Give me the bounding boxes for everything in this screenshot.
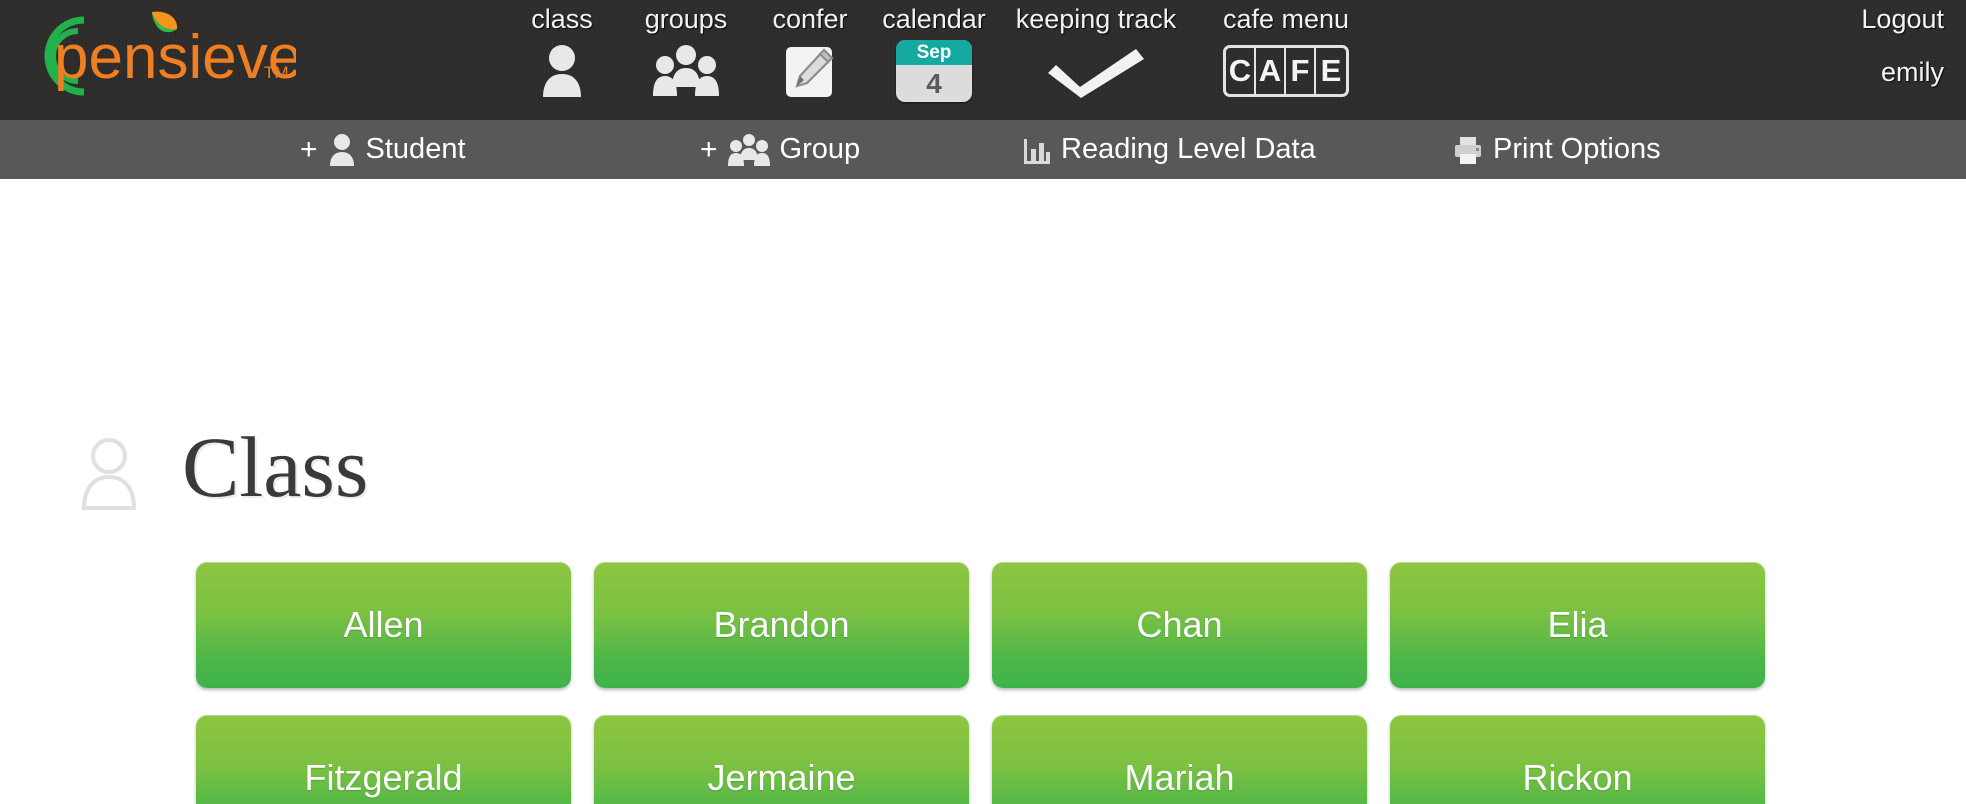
page-header: Class (78, 424, 368, 510)
logout-link[interactable]: Logout (1861, 4, 1944, 35)
nav-label-groups: groups (644, 4, 728, 34)
reading-level-data-label: Reading Level Data (1061, 133, 1316, 165)
student-button[interactable]: Brandon (594, 562, 969, 688)
svg-text:pensieve: pensieve (54, 23, 296, 92)
add-group-label: Group (779, 133, 861, 165)
bar-chart-icon (1022, 135, 1052, 165)
checkmark-icon (1042, 40, 1150, 102)
student-button[interactable]: Fitzgerald (196, 715, 571, 804)
nav-item-groups[interactable]: groups (624, 0, 748, 120)
student-button[interactable]: Mariah (992, 715, 1367, 804)
people-icon (727, 133, 771, 167)
student-button-grid: Allen Brandon Chan Elia Fitzgerald Jerma… (196, 562, 1765, 804)
student-button[interactable]: Elia (1390, 562, 1765, 688)
current-user-name[interactable]: emily (1861, 57, 1944, 88)
student-button[interactable]: Rickon (1390, 715, 1765, 804)
people-icon (650, 40, 722, 102)
nav-label-keeping-track: keeping track (1015, 4, 1177, 34)
person-icon (327, 133, 357, 167)
cafe-letter-e: E (1320, 53, 1342, 88)
printer-icon (1452, 134, 1484, 166)
student-button[interactable]: Allen (196, 562, 571, 688)
cafe-letter-a: A (1256, 48, 1286, 94)
nav-item-calendar[interactable]: calendar Sep 4 (872, 0, 996, 120)
cafe-icon: C A F E (1223, 40, 1349, 102)
add-group-button[interactable]: + Group (700, 133, 860, 167)
add-student-label: Student (365, 133, 466, 165)
nav-item-confer[interactable]: confer (748, 0, 872, 120)
top-navigation-bar: pensieve TM class groups confer calendar… (0, 0, 1966, 120)
student-button[interactable]: Chan (992, 562, 1367, 688)
page-body: Class Allen Brandon Chan Elia Fitzgerald… (0, 179, 1966, 804)
nav-label-class: class (531, 4, 593, 34)
calendar-icon: Sep 4 (896, 40, 972, 102)
plus-sign: + (300, 132, 318, 166)
top-nav-items: class groups confer calendar Sep 4 keepi… (500, 0, 1376, 120)
nav-item-class[interactable]: class (500, 0, 624, 120)
nav-label-cafe-menu: cafe menu (1222, 4, 1350, 34)
cafe-letter-c: C (1226, 48, 1256, 94)
print-options-button[interactable]: Print Options (1452, 133, 1661, 166)
plus-sign: + (700, 132, 718, 166)
action-toolbar: + Student + Group Reading Level Data Pri… (0, 120, 1966, 179)
add-student-button[interactable]: + Student (300, 133, 466, 167)
note-pencil-icon (780, 40, 840, 102)
nav-label-confer: confer (772, 4, 848, 34)
nav-item-keeping-track[interactable]: keeping track (996, 0, 1196, 120)
cafe-letter-f: F (1286, 48, 1316, 94)
pensieve-logo[interactable]: pensieve TM (6, 6, 296, 106)
nav-item-cafe-menu[interactable]: cafe menu C A F E (1196, 0, 1376, 120)
calendar-day: 4 (926, 68, 942, 99)
nav-label-calendar: calendar (882, 4, 986, 34)
page-title: Class (182, 419, 369, 515)
print-options-label: Print Options (1493, 133, 1661, 165)
top-right-nav: Logout emily (1861, 0, 1944, 88)
reading-level-data-button[interactable]: Reading Level Data (1022, 133, 1316, 166)
person-icon (78, 436, 140, 510)
svg-text:TM: TM (264, 63, 289, 82)
student-button[interactable]: Jermaine (594, 715, 969, 804)
person-icon (538, 40, 586, 102)
calendar-month: Sep (896, 40, 972, 65)
